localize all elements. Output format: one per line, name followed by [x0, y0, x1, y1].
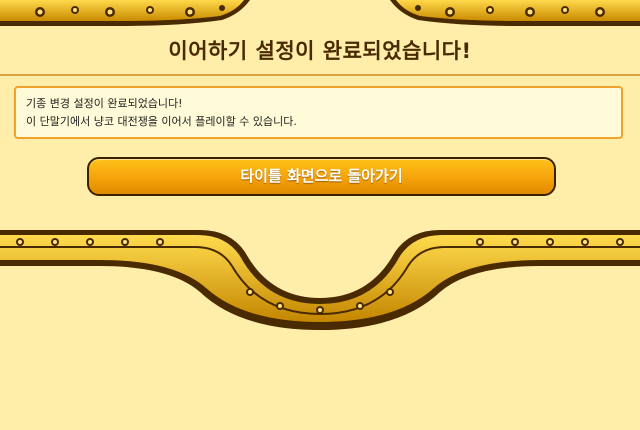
message-line-2: 이 단말기에서 냥코 대전쟁을 이어서 플레이할 수 있습니다. [26, 115, 297, 128]
top-ornament-icon [0, 0, 640, 26]
back-to-title-button[interactable]: 타이틀 화면으로 돌아가기 [87, 157, 556, 196]
title-divider [0, 74, 640, 76]
bottom-ornament-icon [0, 230, 640, 330]
page-title: 이어하기 설정이 완료되었습니다! [168, 39, 472, 63]
message-line-1: 기종 변경 설정이 완료되었습니다! [26, 97, 183, 110]
message-box: 기종 변경 설정이 완료되었습니다! 이 단말기에서 냥코 대전쟁을 이어서 플… [14, 86, 623, 139]
